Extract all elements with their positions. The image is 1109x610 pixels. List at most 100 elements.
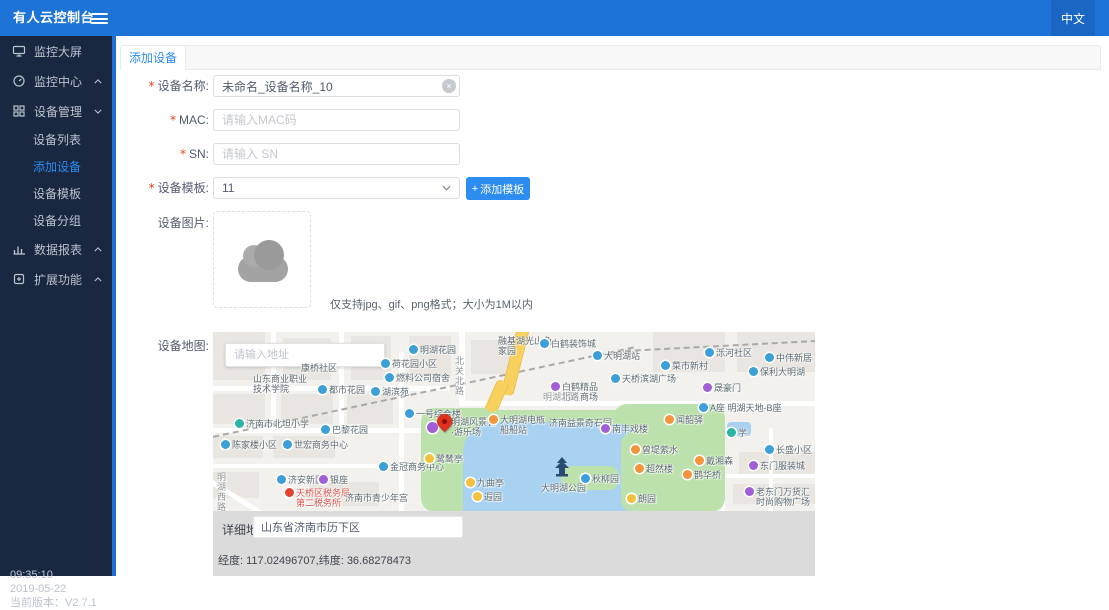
add-template-button[interactable]: + 添加模板 xyxy=(466,177,530,200)
map-poi-label: 大明湖电瓶 船船站 xyxy=(489,415,545,435)
map-road xyxy=(213,464,403,468)
map-marker-icon xyxy=(540,339,549,348)
map-poi-label: 朗园 xyxy=(627,494,656,504)
map-poi-label: A座 明湖天地-B座 xyxy=(699,403,782,413)
map-marker-icon xyxy=(705,348,714,357)
map-poi-label: 大明湖站 xyxy=(593,351,640,361)
map-poi-label: 学 xyxy=(727,428,747,438)
app-title: 有人云控制台 xyxy=(13,0,94,36)
device-map-label: 设备地图: xyxy=(63,335,209,357)
map-marker-icon xyxy=(379,462,388,471)
map-marker-icon xyxy=(593,351,602,360)
monitor-icon xyxy=(12,44,26,58)
map-marker-icon xyxy=(727,428,736,437)
map-marker-icon xyxy=(285,488,294,497)
detail-address-input[interactable] xyxy=(253,516,463,538)
map-poi-label: 荷花园小区 xyxy=(381,359,437,369)
map-marker-icon xyxy=(749,461,758,470)
map-marker-icon xyxy=(601,424,610,433)
map-marker-icon xyxy=(765,445,774,454)
language-button[interactable]: 中文 xyxy=(1051,0,1095,36)
map-poi-label: 闻韶驿 xyxy=(665,415,703,425)
required-mark: * xyxy=(180,147,186,161)
required-mark: * xyxy=(170,113,176,127)
extension-icon xyxy=(12,272,26,286)
map-marker-icon xyxy=(466,478,475,487)
map-block xyxy=(409,336,451,378)
required-mark: * xyxy=(149,79,155,93)
clear-input-icon[interactable]: × xyxy=(442,79,456,93)
map-poi-label: 老东门万货汇 时尚购物广场 xyxy=(745,487,810,507)
template-select[interactable]: 11 xyxy=(213,177,460,199)
map-poi-label: 秋柳园 xyxy=(581,474,619,484)
map-poi-label: 都市花园 xyxy=(318,385,365,395)
sn-label: *SN: xyxy=(63,143,209,165)
map-marker-icon xyxy=(627,494,636,503)
coordinates-text: 经度: 117.02496707,纬度: 36.68278473 xyxy=(218,552,411,568)
tab-bar: 添加设备 xyxy=(120,45,1101,70)
sidebar-item-monitor-screen[interactable]: 监控大屏 xyxy=(0,36,112,66)
map-marker-icon xyxy=(221,440,230,449)
template-label: *设备模板: xyxy=(63,177,209,199)
map-poi-label: 明湖花园 xyxy=(409,345,456,355)
picture-upload-box[interactable] xyxy=(213,211,311,308)
chevron-up-icon xyxy=(94,247,102,252)
map-road-label: 明湖北路 xyxy=(543,392,579,402)
map-marker-icon xyxy=(277,475,286,484)
map-marker-icon xyxy=(321,425,330,434)
address-section: 详细地址: 经度: 117.02496707,纬度: 36.68278473 xyxy=(213,511,815,576)
map-poi-label: 南丰戏楼 xyxy=(601,424,648,434)
mac-input[interactable] xyxy=(213,109,460,131)
device-name-label: *设备名称: xyxy=(63,75,209,97)
map-poi-label: 康桥社区 xyxy=(301,363,337,373)
sidebar-item-data-report[interactable]: 数据报表 xyxy=(0,234,112,264)
map-poi-label: 天桥滨湖广场 xyxy=(611,374,676,384)
map-marker-icon xyxy=(371,387,380,396)
map-marker-icon xyxy=(489,415,498,424)
map-poi-label: 山东商业职业 技术学院 xyxy=(253,374,307,394)
map-marker-icon xyxy=(409,345,418,354)
sidebar-footer: 09:35:10 2019-05-22 当前版本：V2.7.1 xyxy=(10,568,97,610)
map-marker-icon xyxy=(473,492,482,501)
map-marker-icon xyxy=(318,385,327,394)
map-marker-icon xyxy=(765,353,774,362)
mac-label: *MAC: xyxy=(63,109,209,131)
map-poi-label: 泺河社区 xyxy=(705,348,752,358)
map-poi-label: 济安新区 xyxy=(277,475,324,485)
map-marker-icon xyxy=(661,361,670,370)
map-poi-label: 遐园 xyxy=(473,492,502,502)
grid-icon xyxy=(12,104,26,118)
hamburger-menu-icon[interactable] xyxy=(91,13,108,24)
device-map[interactable]: 康桥社区明湖花园融基湖光山色 家园白鹤装饰城大明湖站荷花园小区燃料公司宿舍山东商… xyxy=(213,332,815,511)
map-marker-icon xyxy=(635,464,644,473)
picture-upload-hint: 仅支持jpg、gif、png格式；大小为1M以内 xyxy=(330,296,533,312)
tab-add-device[interactable]: 添加设备 xyxy=(120,45,186,70)
chevron-up-icon xyxy=(94,277,102,282)
map-poi-label: 东门服装城 xyxy=(749,461,805,471)
map-road-label: 北 关 北 路 xyxy=(455,356,464,396)
pagoda-icon xyxy=(551,456,573,478)
map-poi-label: 白鹤装饰城 xyxy=(540,339,596,349)
map-marker-icon xyxy=(683,470,692,479)
map-poi-label: 世宏商务中心 xyxy=(283,440,348,450)
gauge-icon xyxy=(12,74,26,88)
map-marker-icon xyxy=(745,487,754,496)
required-mark: * xyxy=(149,181,155,195)
map-marker-icon xyxy=(631,445,640,454)
map-road xyxy=(725,474,815,478)
map-marker-icon xyxy=(425,454,434,463)
device-picture-label: 设备图片: xyxy=(63,212,209,234)
current-time: 09:35:10 xyxy=(10,568,97,582)
map-marker-icon xyxy=(319,475,328,484)
map-road-label: 明 湖 西 路 xyxy=(217,472,226,511)
map-poi-label: 菜市新村 xyxy=(661,361,708,371)
template-select-value: 11 xyxy=(222,181,234,195)
sidebar-item-extensions[interactable]: 扩展功能 xyxy=(0,264,112,294)
bar-chart-icon xyxy=(12,242,26,256)
map-poi-label: 陈家楼小区 xyxy=(221,440,277,450)
map-poi-label: 大明湖公园 xyxy=(541,483,586,493)
sn-input[interactable] xyxy=(213,143,460,165)
device-name-input[interactable] xyxy=(213,75,460,97)
map-marker-icon xyxy=(235,419,244,428)
map-poi-label: 超然楼 xyxy=(635,464,673,474)
